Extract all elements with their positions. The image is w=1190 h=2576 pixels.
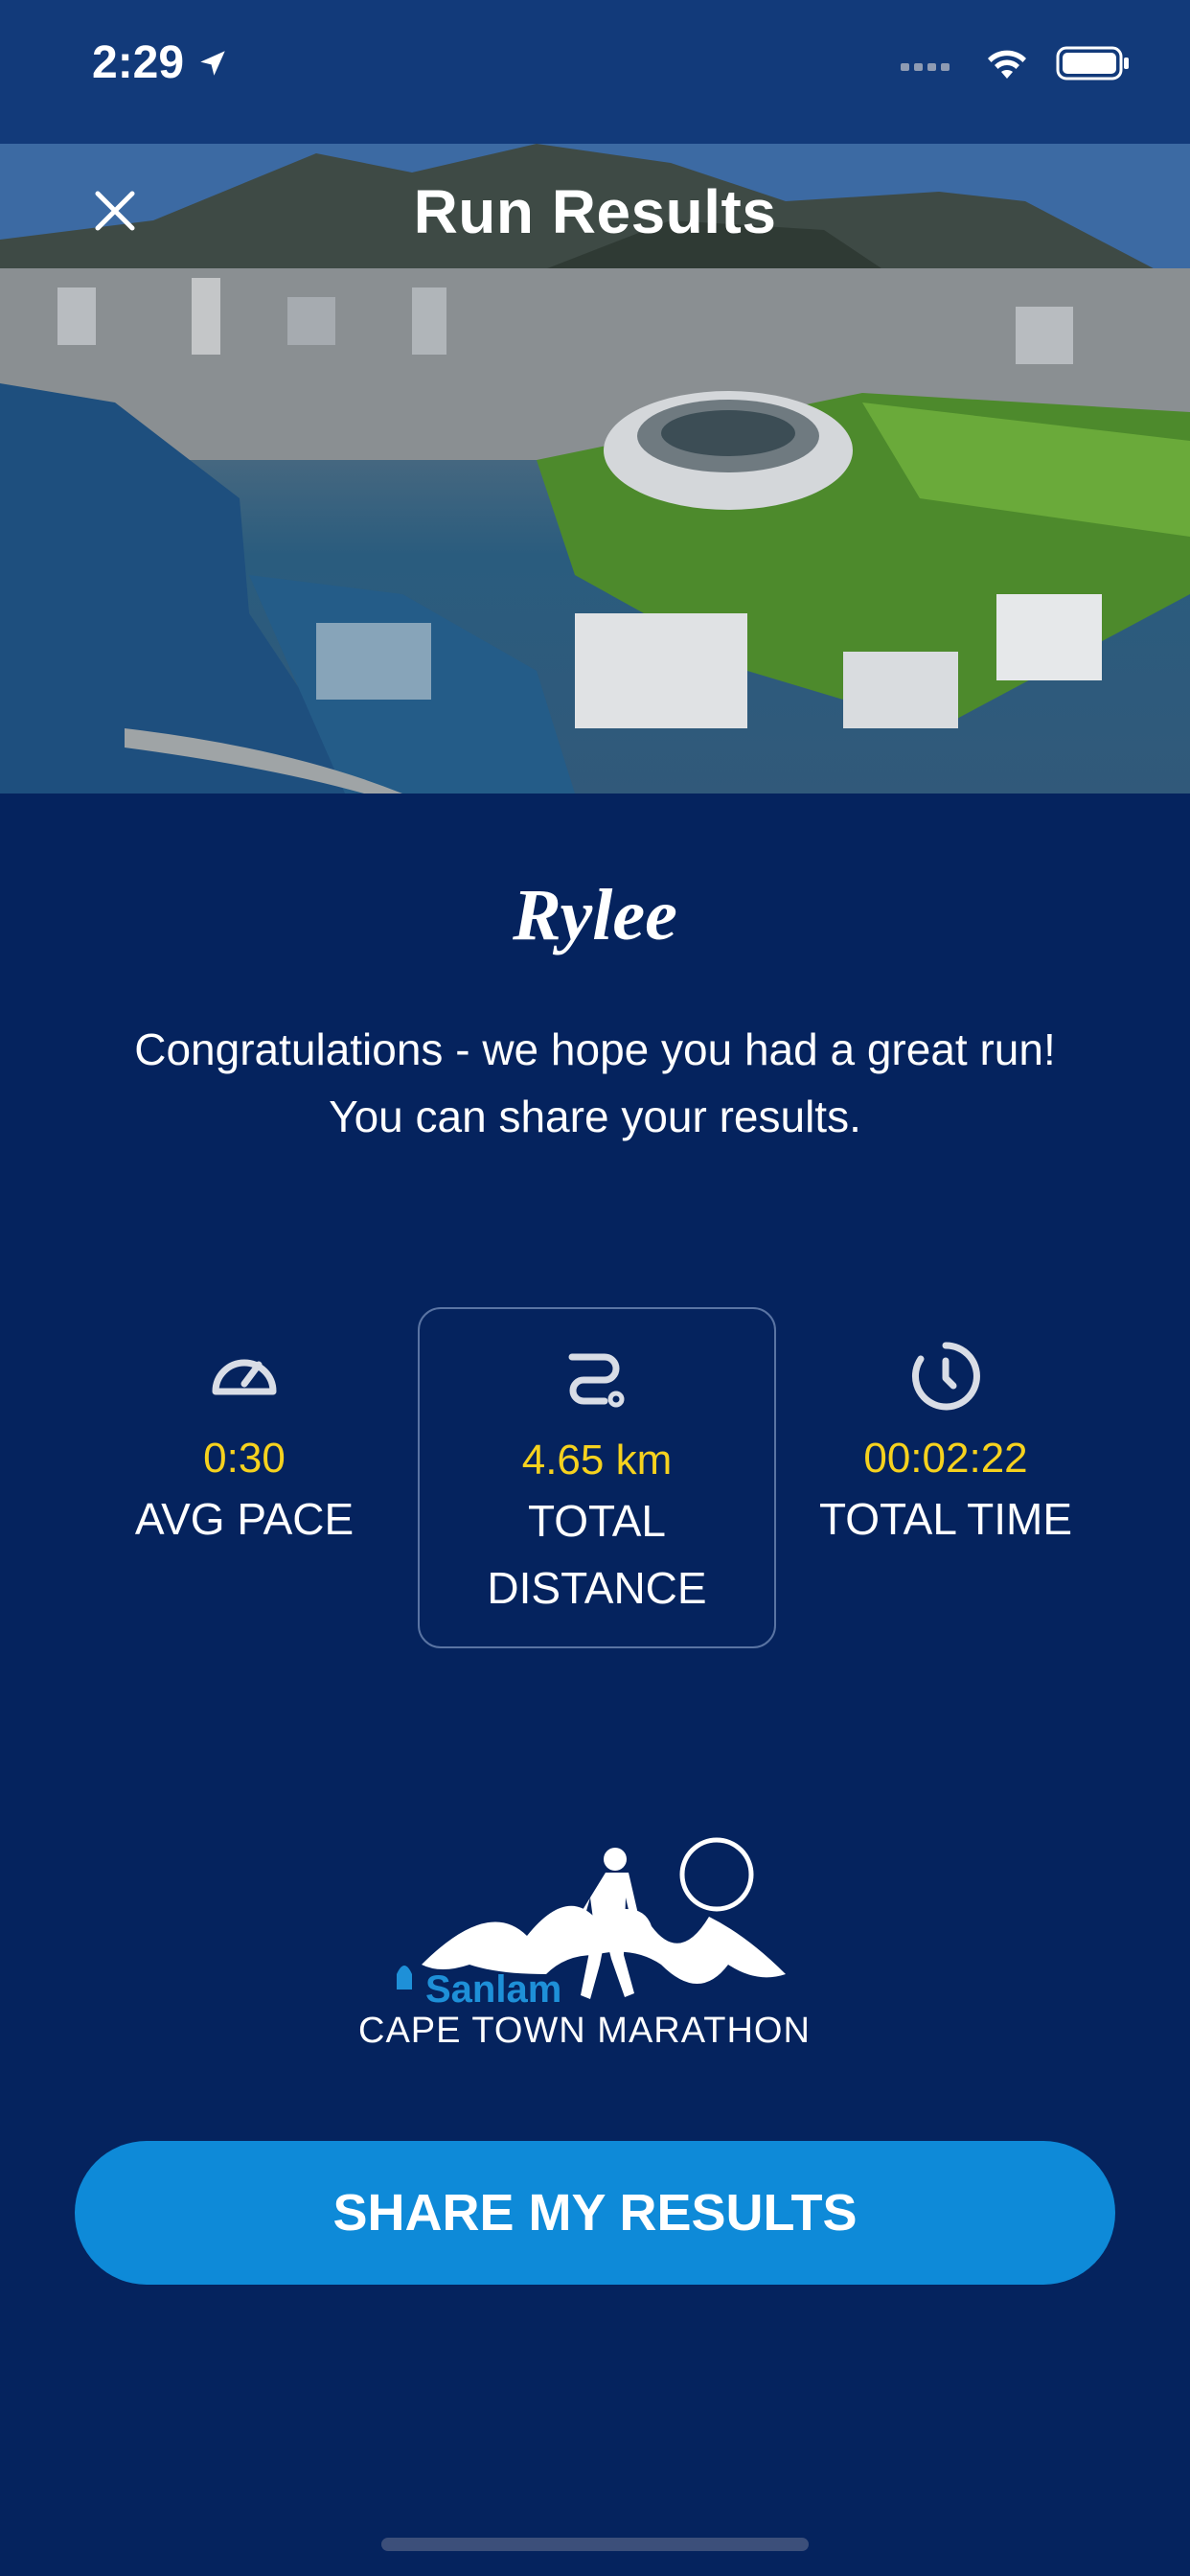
wifi-icon [988,50,1026,79]
stat-avg-pace: 0:30 AVG PACE [67,1307,422,1644]
total-distance-value: 4.65 km [521,1437,673,1484]
total-time-value: 00:02:22 [863,1435,1028,1482]
logo-brand-text: Sanlam [425,1968,562,2011]
route-icon [568,1353,625,1408]
location-arrow-icon [200,51,226,76]
stat-total-time: 00:02:22 TOTAL TIME [768,1307,1123,1644]
signal-icon [901,63,950,71]
nav-bar: Run Results [0,163,1190,259]
logo-event-text: CAPE TOWN MARATHON [358,2011,811,2051]
total-distance-label-1: TOTAL [528,1496,666,1546]
stat-total-distance: 4.65 km TOTAL DISTANCE [418,1307,776,1648]
home-indicator[interactable] [381,2538,809,2551]
battery-icon [1056,46,1129,80]
status-bar: 2:29 [0,0,1190,134]
page-title: Run Results [413,177,777,246]
status-icons [901,44,1131,82]
total-distance-label-2: DISTANCE [487,1563,707,1613]
congrats-line-1: Congratulations - we hope you had a grea… [134,1024,1056,1074]
speedometer-icon [212,1359,277,1395]
congrats-message: Congratulations - we hope you had a grea… [57,1016,1133,1150]
avg-pace-value: 0:30 [203,1435,286,1482]
run-stats: 0:30 AVG PACE 4.65 km TOTAL DISTANCE 00:… [0,1307,1190,1648]
share-results-button[interactable]: SHARE MY RESULTS [75,2141,1115,2285]
congrats-line-2: You can share your results. [329,1092,861,1141]
total-time-label: TOTAL TIME [818,1494,1073,1544]
clock-icon [911,1342,980,1411]
status-time: 2:29 [92,36,229,89]
runner-name: Rylee [513,875,677,955]
avg-pace-label: AVG PACE [134,1494,355,1544]
